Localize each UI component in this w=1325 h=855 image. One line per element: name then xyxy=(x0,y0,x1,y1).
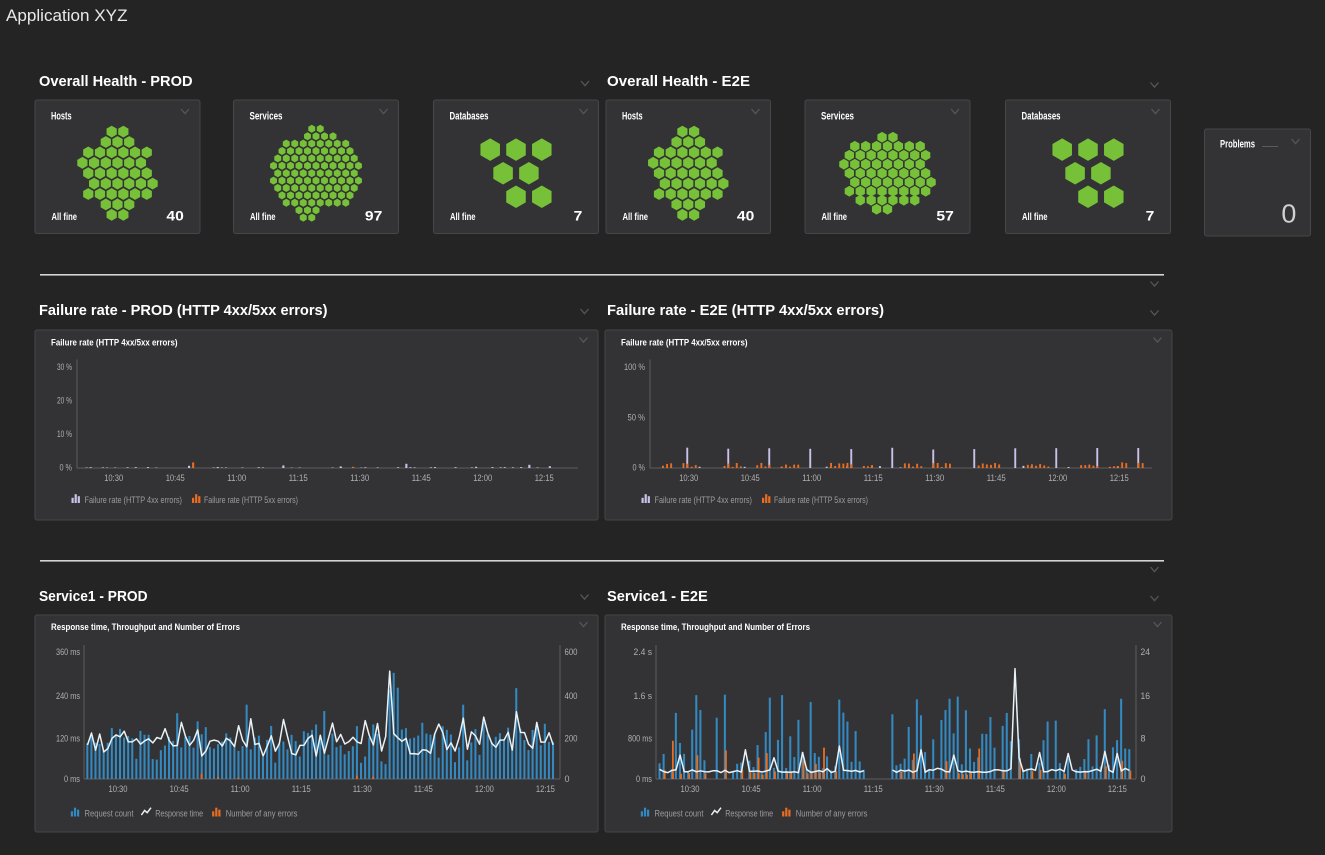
svg-text:360 ms: 360 ms xyxy=(56,647,80,657)
svg-text:20 %: 20 % xyxy=(57,396,72,406)
svg-text:Failure rate (HTTP 4xx/5xx err: Failure rate (HTTP 4xx/5xx errors) xyxy=(51,338,178,349)
svg-text:Failure rate - E2E (HTTP 4xx/5: Failure rate - E2E (HTTP 4xx/5xx errors) xyxy=(607,302,884,319)
svg-text:50 %: 50 % xyxy=(628,413,646,423)
svg-text:Failure rate - PROD (HTTP 4xx/: Failure rate - PROD (HTTP 4xx/5xx errors… xyxy=(39,302,328,319)
svg-text:Number of any errors: Number of any errors xyxy=(796,809,868,820)
svg-text:0: 0 xyxy=(565,774,570,784)
svg-text:7: 7 xyxy=(1146,208,1155,224)
svg-text:7: 7 xyxy=(574,208,583,224)
svg-text:30 %: 30 % xyxy=(57,362,72,372)
svg-text:10:30: 10:30 xyxy=(681,784,700,794)
svg-text:All fine: All fine xyxy=(623,212,649,223)
svg-text:Application XYZ: Application XYZ xyxy=(6,6,128,25)
svg-text:Response time, Throughput and: Response time, Throughput and Number of … xyxy=(621,622,810,633)
svg-text:12:00: 12:00 xyxy=(475,784,494,794)
svg-text:10:45: 10:45 xyxy=(741,473,760,483)
svg-text:11:00: 11:00 xyxy=(803,784,822,794)
svg-text:12:00: 12:00 xyxy=(1047,784,1066,794)
svg-text:120 ms: 120 ms xyxy=(56,734,80,744)
svg-text:Overall Health - PROD: Overall Health - PROD xyxy=(39,73,193,90)
svg-text:Overall Health - E2E: Overall Health - E2E xyxy=(607,73,750,90)
svg-text:Failure rate (HTTP 5xx errors): Failure rate (HTTP 5xx errors) xyxy=(774,495,868,506)
svg-text:Failure rate (HTTP 5xx errors): Failure rate (HTTP 5xx errors) xyxy=(204,495,298,506)
svg-text:12:15: 12:15 xyxy=(1110,473,1129,483)
svg-text:11:30: 11:30 xyxy=(925,784,944,794)
svg-text:12:15: 12:15 xyxy=(536,784,555,794)
svg-text:1.6 s: 1.6 s xyxy=(634,691,653,701)
svg-text:40: 40 xyxy=(737,208,755,224)
svg-text:40: 40 xyxy=(166,208,184,224)
svg-text:100 %: 100 % xyxy=(624,362,645,372)
svg-text:11:30: 11:30 xyxy=(353,784,372,794)
svg-text:57: 57 xyxy=(936,208,954,224)
svg-text:97: 97 xyxy=(365,208,383,224)
svg-text:2.4 s: 2.4 s xyxy=(634,647,653,657)
svg-text:10 %: 10 % xyxy=(57,429,72,439)
svg-text:0 ms: 0 ms xyxy=(636,774,652,784)
svg-text:Service1 - PROD: Service1 - PROD xyxy=(39,588,148,605)
svg-text:All fine: All fine xyxy=(1022,212,1048,223)
svg-text:12:15: 12:15 xyxy=(535,473,554,483)
svg-text:11:00: 11:00 xyxy=(227,473,246,483)
svg-text:Failure rate (HTTP 4xx errors): Failure rate (HTTP 4xx errors) xyxy=(655,495,753,506)
svg-text:0: 0 xyxy=(1281,198,1296,228)
svg-text:11:15: 11:15 xyxy=(864,784,883,794)
svg-text:24: 24 xyxy=(1141,647,1151,657)
svg-text:11:15: 11:15 xyxy=(292,784,311,794)
svg-text:Response time: Response time xyxy=(155,809,203,820)
svg-text:Databases: Databases xyxy=(1022,111,1061,123)
svg-text:10:30: 10:30 xyxy=(109,784,128,794)
svg-text:16: 16 xyxy=(1141,691,1151,701)
svg-text:All fine: All fine xyxy=(250,212,276,223)
svg-text:12:15: 12:15 xyxy=(1108,784,1127,794)
svg-text:Services: Services xyxy=(250,111,283,123)
svg-text:0 %: 0 % xyxy=(60,463,73,473)
svg-text:11:15: 11:15 xyxy=(864,473,883,483)
svg-text:0 ms: 0 ms xyxy=(64,774,80,784)
svg-text:10:30: 10:30 xyxy=(104,473,123,483)
svg-text:11:45: 11:45 xyxy=(412,473,431,483)
svg-text:Request count: Request count xyxy=(655,809,704,820)
svg-text:Databases: Databases xyxy=(450,111,489,123)
svg-text:Problems: Problems xyxy=(1220,139,1255,151)
svg-text:Services: Services xyxy=(821,111,854,123)
svg-text:10:45: 10:45 xyxy=(170,784,189,794)
svg-text:Hosts: Hosts xyxy=(51,111,72,123)
svg-text:Failure rate (HTTP 4xx errors): Failure rate (HTTP 4xx errors) xyxy=(85,495,183,506)
svg-text:Request count: Request count xyxy=(85,809,134,820)
svg-text:Failure rate (HTTP 4xx/5xx err: Failure rate (HTTP 4xx/5xx errors) xyxy=(621,338,748,349)
svg-text:10:45: 10:45 xyxy=(166,473,185,483)
svg-text:Number of any errors: Number of any errors xyxy=(226,809,298,820)
svg-text:10:45: 10:45 xyxy=(742,784,761,794)
svg-text:Response time: Response time xyxy=(725,809,773,820)
svg-text:12:00: 12:00 xyxy=(473,473,492,483)
svg-text:0 %: 0 % xyxy=(633,463,646,473)
svg-text:12:00: 12:00 xyxy=(1048,473,1067,483)
svg-text:11:15: 11:15 xyxy=(289,473,308,483)
svg-text:11:45: 11:45 xyxy=(414,784,433,794)
svg-text:10:30: 10:30 xyxy=(679,473,698,483)
svg-text:11:45: 11:45 xyxy=(987,473,1006,483)
svg-text:11:45: 11:45 xyxy=(986,784,1005,794)
svg-text:200: 200 xyxy=(565,734,578,744)
svg-text:400: 400 xyxy=(565,691,578,701)
svg-text:8: 8 xyxy=(1141,734,1146,744)
svg-text:11:30: 11:30 xyxy=(350,473,369,483)
svg-text:600: 600 xyxy=(565,647,578,657)
svg-text:Hosts: Hosts xyxy=(622,111,643,123)
svg-text:11:00: 11:00 xyxy=(802,473,821,483)
svg-text:Service1 - E2E: Service1 - E2E xyxy=(607,588,708,605)
svg-text:Response time, Throughput and: Response time, Throughput and Number of … xyxy=(51,622,240,633)
svg-text:0: 0 xyxy=(1141,774,1146,784)
svg-text:All fine: All fine xyxy=(822,212,848,223)
svg-text:All fine: All fine xyxy=(52,212,78,223)
svg-text:11:00: 11:00 xyxy=(231,784,250,794)
svg-text:11:30: 11:30 xyxy=(925,473,944,483)
svg-text:800 ms: 800 ms xyxy=(628,734,652,744)
svg-text:240 ms: 240 ms xyxy=(56,691,80,701)
svg-text:All fine: All fine xyxy=(450,212,476,223)
